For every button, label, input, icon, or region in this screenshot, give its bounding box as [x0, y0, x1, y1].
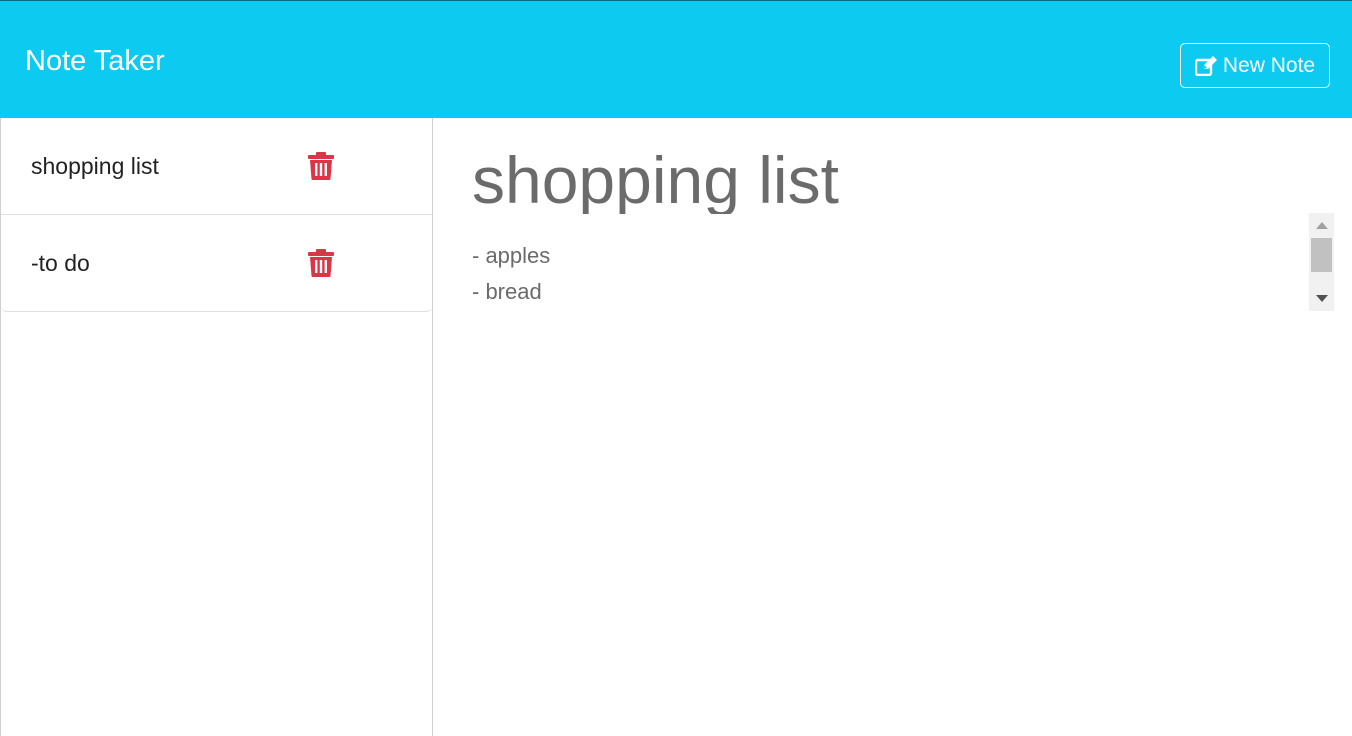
note-text-area[interactable]: - apples - bread [472, 238, 1302, 310]
new-note-label: New Note [1222, 53, 1316, 77]
note-editor: shopping list - apples - bread [434, 118, 1352, 736]
scroll-thumb[interactable] [1311, 238, 1332, 272]
scroll-down-arrow-icon[interactable] [1316, 295, 1328, 302]
trash-icon[interactable] [308, 249, 334, 277]
note-list-title: -to do [31, 249, 90, 276]
navbar: Note Taker New Note [0, 0, 1352, 118]
notes-list: shopping list -to do [1, 118, 432, 312]
note-text-line: - apples [472, 243, 551, 268]
note-list-title: shopping list [31, 152, 159, 179]
trash-icon[interactable] [308, 152, 334, 180]
notes-sidebar: shopping list -to do [0, 118, 433, 736]
note-title-input[interactable]: shopping list [472, 136, 1332, 214]
scroll-up-arrow-icon[interactable] [1316, 222, 1328, 229]
new-note-button[interactable]: New Note [1180, 43, 1330, 88]
list-item[interactable]: -to do [1, 215, 432, 312]
list-item[interactable]: shopping list [1, 118, 432, 215]
app-title[interactable]: Note Taker [25, 44, 165, 78]
note-text-line: - bread [472, 279, 542, 304]
textarea-scrollbar[interactable] [1309, 213, 1334, 311]
edit-icon [1194, 55, 1217, 76]
